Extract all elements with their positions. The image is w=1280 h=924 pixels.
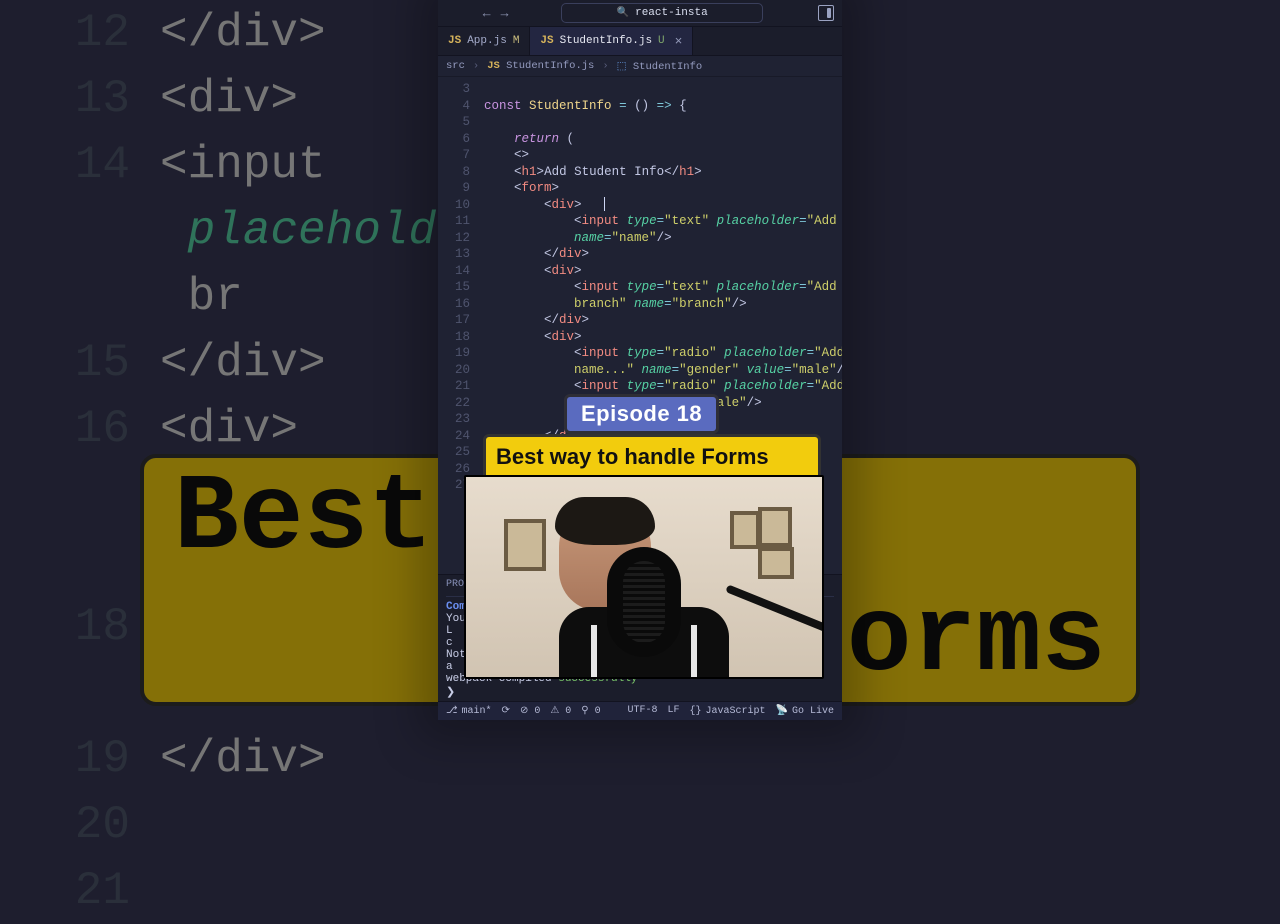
- status-bar: ⎇ main* ⟳ ⊘ 0 ⚠ 0 ⚲ 0 UTF-8 LF {} JavaSc…: [438, 701, 842, 720]
- tab-label: StudentInfo.js: [560, 35, 652, 47]
- js-file-icon: JS: [487, 60, 500, 72]
- tab-studentinfo-js[interactable]: JS StudentInfo.js U ×: [530, 27, 693, 55]
- nav-arrows[interactable]: ← →: [483, 6, 509, 21]
- editor-tabs: JS App.js M JS StudentInfo.js U ×: [438, 27, 842, 56]
- video-title-line1: Best way to handle Forms: [496, 443, 808, 471]
- nav-forward-icon[interactable]: →: [501, 6, 509, 21]
- braces-icon: {}: [690, 706, 702, 717]
- git-branch-icon: ⎇: [446, 705, 458, 717]
- term-l1: Com: [446, 601, 466, 613]
- close-icon[interactable]: ×: [675, 35, 683, 48]
- layout-panel-icon[interactable]: [818, 5, 834, 21]
- status-sync-icon[interactable]: ⟳: [502, 705, 510, 717]
- chevron-right-icon: ›: [473, 60, 479, 72]
- tab-app-js[interactable]: JS App.js M: [438, 27, 530, 55]
- status-branch[interactable]: ⎇ main*: [446, 705, 492, 717]
- status-errors[interactable]: ⊘ 0: [520, 705, 540, 717]
- status-ports[interactable]: ⚲ 0: [581, 705, 600, 717]
- presenter-webcam: [464, 475, 824, 679]
- status-encoding[interactable]: UTF-8: [627, 705, 657, 717]
- js-file-icon: JS: [448, 35, 461, 47]
- tab-badge: U: [658, 35, 665, 47]
- term-prompt[interactable]: ❯: [446, 685, 834, 699]
- nav-back-icon[interactable]: ←: [483, 6, 491, 21]
- breadcrumb[interactable]: src › JS StudentInfo.js › ⬚ StudentInfo: [438, 56, 842, 77]
- status-golive[interactable]: 📡 Go Live: [776, 705, 834, 717]
- breadcrumb-item[interactable]: src: [446, 60, 465, 72]
- status-warnings[interactable]: ⚠ 0: [550, 705, 571, 717]
- titlebar: ← → react-insta: [438, 0, 842, 27]
- broadcast-icon: 📡: [776, 705, 788, 717]
- status-eol[interactable]: LF: [667, 705, 679, 717]
- status-lang[interactable]: {} JavaScript: [690, 705, 766, 717]
- command-search[interactable]: react-insta: [561, 3, 763, 23]
- js-file-icon: JS: [540, 35, 553, 47]
- chevron-right-icon: ›: [602, 60, 608, 72]
- symbol-icon: ⬚: [617, 61, 627, 73]
- search-text: react-insta: [635, 7, 708, 19]
- microphone-icon: [607, 547, 681, 657]
- episode-badge: Episode 18: [564, 394, 719, 434]
- breadcrumb-item[interactable]: JS StudentInfo.js: [487, 60, 594, 72]
- breadcrumb-item[interactable]: ⬚ StudentInfo: [617, 60, 703, 73]
- tab-label: App.js: [467, 35, 507, 47]
- terminal-tab[interactable]: PRO: [446, 579, 464, 594]
- tab-badge: M: [513, 35, 520, 47]
